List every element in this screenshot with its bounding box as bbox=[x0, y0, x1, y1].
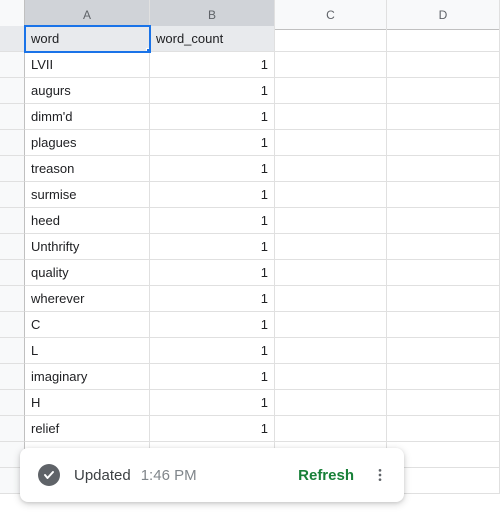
row-header[interactable] bbox=[0, 130, 25, 156]
cell-count[interactable]: 1 bbox=[150, 156, 275, 182]
row-header[interactable] bbox=[0, 338, 25, 364]
cell-count[interactable]: 1 bbox=[150, 130, 275, 156]
cell-value: word bbox=[31, 31, 59, 46]
cell[interactable] bbox=[275, 78, 387, 104]
cell[interactable] bbox=[275, 156, 387, 182]
row-header[interactable] bbox=[0, 156, 25, 182]
refresh-button[interactable]: Refresh bbox=[298, 467, 354, 484]
more-vert-icon bbox=[372, 467, 388, 483]
cell-count[interactable]: 1 bbox=[150, 338, 275, 364]
check-icon bbox=[38, 464, 60, 486]
cell-word[interactable]: imaginary bbox=[25, 364, 150, 390]
cell-word[interactable]: relief bbox=[25, 416, 150, 442]
cell[interactable] bbox=[387, 208, 500, 234]
cell-word[interactable]: wherever bbox=[25, 286, 150, 312]
row-header[interactable] bbox=[0, 286, 25, 312]
toast-timestamp: 1:46 PM bbox=[141, 467, 298, 484]
cell[interactable] bbox=[275, 416, 387, 442]
cell-word[interactable]: dimm'd bbox=[25, 104, 150, 130]
cell[interactable] bbox=[275, 312, 387, 338]
cell[interactable] bbox=[387, 52, 500, 78]
cell-count[interactable]: 1 bbox=[150, 286, 275, 312]
cell[interactable] bbox=[275, 208, 387, 234]
row-header[interactable] bbox=[0, 234, 25, 260]
cell-word[interactable]: C bbox=[25, 312, 150, 338]
selection-handle[interactable] bbox=[146, 48, 150, 52]
cell[interactable] bbox=[387, 286, 500, 312]
row-header[interactable] bbox=[0, 52, 25, 78]
cell[interactable] bbox=[387, 104, 500, 130]
row-header[interactable] bbox=[0, 260, 25, 286]
cell[interactable] bbox=[387, 338, 500, 364]
cell[interactable] bbox=[387, 26, 500, 52]
cell[interactable] bbox=[387, 130, 500, 156]
cell-word[interactable]: plagues bbox=[25, 130, 150, 156]
toast-status-text: Updated bbox=[74, 467, 131, 484]
row-header[interactable] bbox=[0, 26, 25, 52]
cell[interactable] bbox=[387, 390, 500, 416]
cell-count[interactable]: 1 bbox=[150, 104, 275, 130]
row-header[interactable] bbox=[0, 364, 25, 390]
cell-count[interactable]: 1 bbox=[150, 260, 275, 286]
cell[interactable] bbox=[275, 390, 387, 416]
cell[interactable] bbox=[275, 364, 387, 390]
cell-count[interactable]: 1 bbox=[150, 234, 275, 260]
cell-count[interactable]: 1 bbox=[150, 208, 275, 234]
cell-word[interactable]: Unthrifty bbox=[25, 234, 150, 260]
spreadsheet-grid[interactable]: A B C D word word_count LVII 1 augurs 1 … bbox=[0, 0, 500, 494]
cell[interactable] bbox=[387, 78, 500, 104]
row-header[interactable] bbox=[0, 416, 25, 442]
cell-count[interactable]: 1 bbox=[150, 52, 275, 78]
cell[interactable] bbox=[387, 234, 500, 260]
cell[interactable] bbox=[275, 338, 387, 364]
cell[interactable] bbox=[387, 416, 500, 442]
cell[interactable] bbox=[275, 286, 387, 312]
cell-word[interactable]: H bbox=[25, 390, 150, 416]
row-header[interactable] bbox=[0, 390, 25, 416]
cell-count[interactable]: 1 bbox=[150, 390, 275, 416]
cell-count[interactable]: 1 bbox=[150, 312, 275, 338]
cell[interactable] bbox=[275, 26, 387, 52]
cell-count[interactable]: 1 bbox=[150, 182, 275, 208]
cell-count[interactable]: 1 bbox=[150, 364, 275, 390]
row-header[interactable] bbox=[0, 312, 25, 338]
cell-word[interactable]: LVII bbox=[25, 52, 150, 78]
cell-word[interactable]: quality bbox=[25, 260, 150, 286]
row-header[interactable] bbox=[0, 78, 25, 104]
cell[interactable] bbox=[275, 104, 387, 130]
cell[interactable] bbox=[387, 312, 500, 338]
cell[interactable] bbox=[275, 182, 387, 208]
cell[interactable] bbox=[387, 260, 500, 286]
cell[interactable] bbox=[275, 260, 387, 286]
cell-b1[interactable]: word_count bbox=[150, 26, 275, 52]
cell[interactable] bbox=[387, 182, 500, 208]
cell-word[interactable]: surmise bbox=[25, 182, 150, 208]
cell-a1-selected[interactable]: word bbox=[25, 26, 150, 52]
cell-count[interactable]: 1 bbox=[150, 78, 275, 104]
cell[interactable] bbox=[387, 156, 500, 182]
status-toast: Updated 1:46 PM Refresh bbox=[20, 448, 404, 502]
row-header[interactable] bbox=[0, 208, 25, 234]
cell-count[interactable]: 1 bbox=[150, 416, 275, 442]
cell[interactable] bbox=[387, 364, 500, 390]
cell[interactable] bbox=[275, 130, 387, 156]
more-options-button[interactable] bbox=[368, 463, 392, 487]
row-header[interactable] bbox=[0, 104, 25, 130]
cell-word[interactable]: heed bbox=[25, 208, 150, 234]
cell[interactable] bbox=[275, 234, 387, 260]
cell[interactable] bbox=[275, 52, 387, 78]
cell-word[interactable]: augurs bbox=[25, 78, 150, 104]
cell-word[interactable]: L bbox=[25, 338, 150, 364]
row-header[interactable] bbox=[0, 182, 25, 208]
cell-word[interactable]: treason bbox=[25, 156, 150, 182]
